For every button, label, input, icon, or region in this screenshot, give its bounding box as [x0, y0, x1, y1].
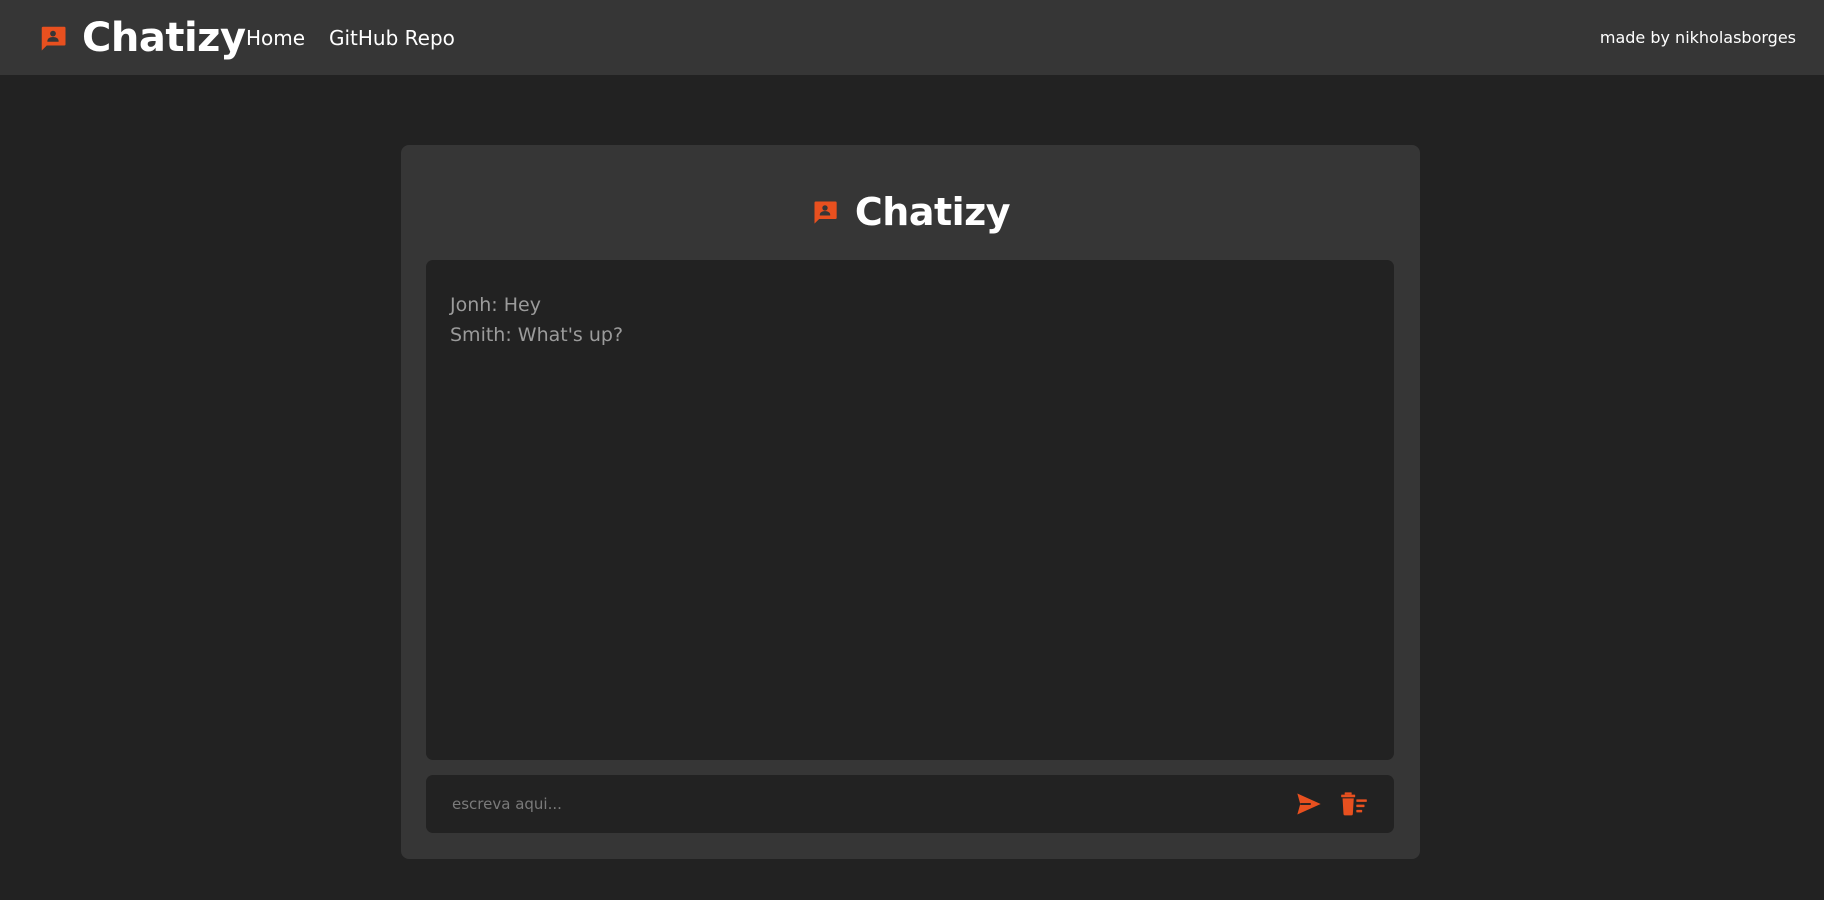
chat-title: Chatizy — [854, 190, 1011, 234]
nav-link-github-repo[interactable]: GitHub Repo — [329, 26, 455, 50]
chat-icon — [41, 26, 66, 51]
navbar: Chatizy Home GitHub Repo made by nikhola… — [0, 0, 1824, 75]
author-credit: made by nikholasborges — [1599, 28, 1796, 47]
chat-panel: Chatizy Jonh: Hey Smith: What's up? — [401, 145, 1420, 859]
brand-name: Chatizy — [82, 15, 246, 61]
message-item: Smith: What's up? — [450, 324, 624, 346]
message-list[interactable]: Jonh: Hey Smith: What's up? — [426, 260, 1394, 760]
message-item: Jonh: Hey — [450, 294, 541, 316]
chat-header: Chatizy — [401, 187, 1420, 237]
send-icon[interactable] — [1294, 790, 1324, 818]
message-composer — [426, 775, 1394, 833]
chat-icon — [814, 201, 837, 224]
nav-link-home[interactable]: Home — [246, 26, 305, 50]
delete-sweep-icon[interactable] — [1339, 790, 1369, 818]
message-input[interactable] — [450, 775, 1270, 833]
brand[interactable]: Chatizy — [38, 10, 246, 66]
